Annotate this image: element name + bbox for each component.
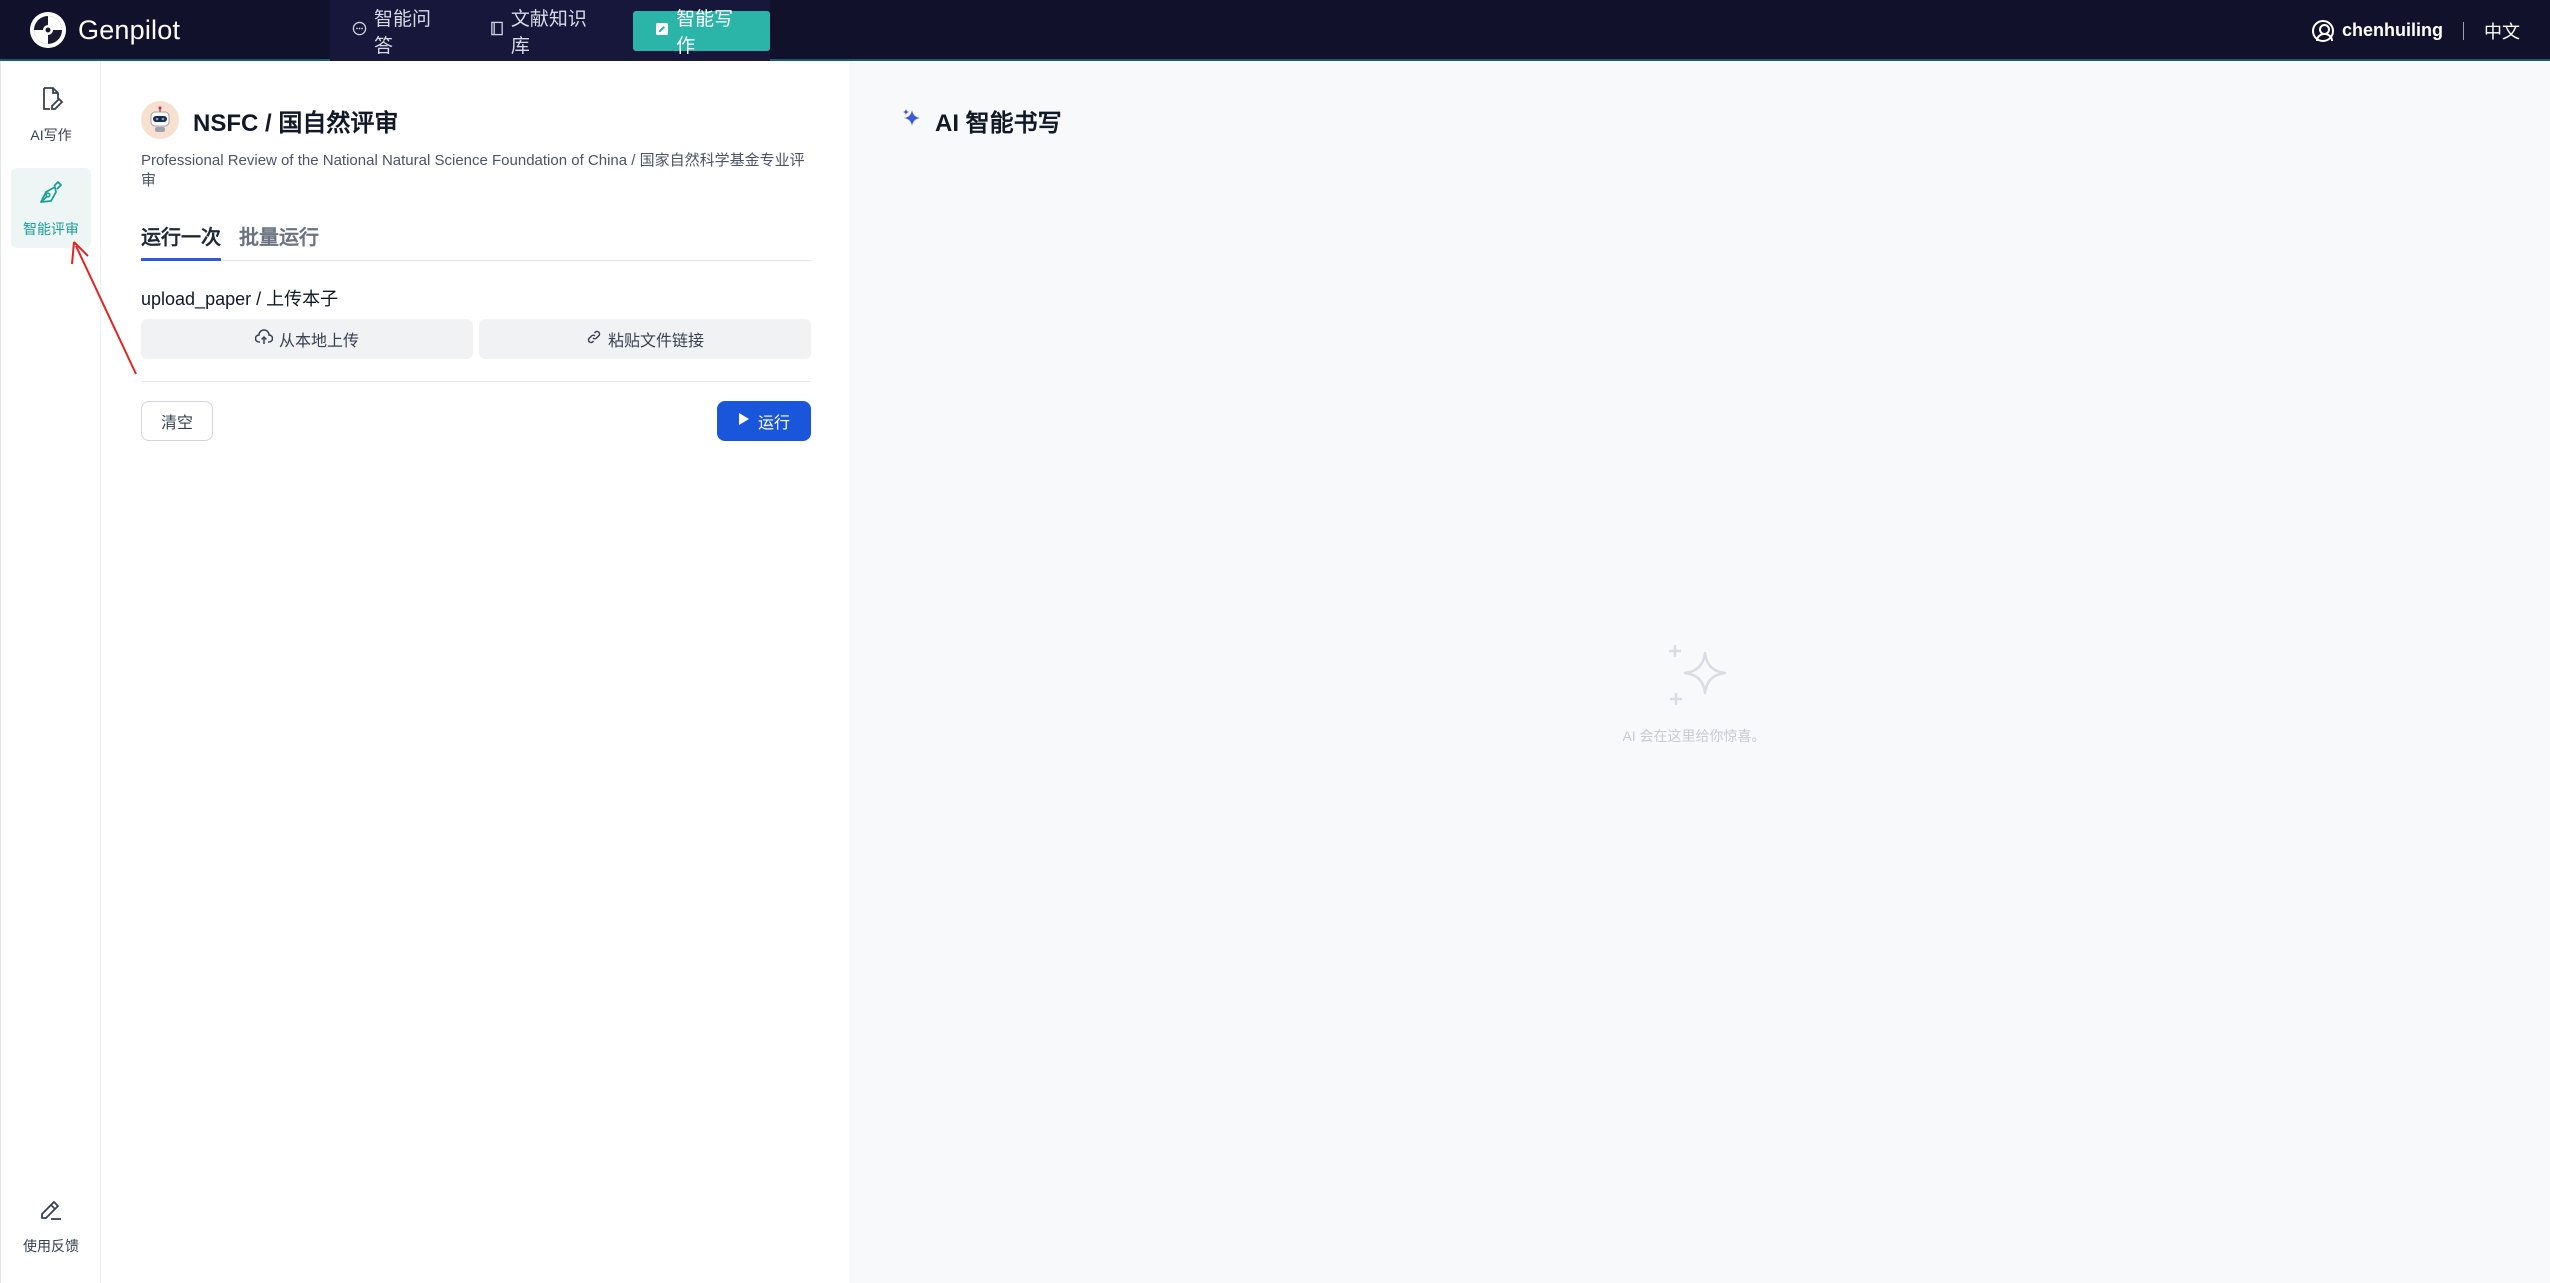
nav-smart-writing-label: 智能写作 bbox=[676, 8, 734, 57]
clear-button[interactable]: 清空 bbox=[141, 401, 213, 441]
brand-logo[interactable]: Genpilot bbox=[30, 12, 180, 48]
feedback-label: 使用反馈 bbox=[23, 1237, 79, 1254]
sparkle-outline-icon bbox=[1663, 643, 1735, 718]
sparkle-icon bbox=[901, 107, 923, 134]
divider bbox=[141, 381, 811, 382]
user-menu[interactable]: chenhuiling bbox=[2312, 19, 2443, 42]
paste-link-label: 粘贴文件链接 bbox=[607, 333, 704, 350]
run-label: 运行 bbox=[757, 415, 790, 432]
user-icon bbox=[2312, 19, 2334, 42]
empty-state: AI 会在这里给你惊喜。 bbox=[849, 643, 2549, 746]
brand-name: Genpilot bbox=[78, 14, 181, 45]
app-form-panel: NSFC / 国自然评审 Professional Review of the … bbox=[102, 61, 849, 1283]
paste-link-button[interactable]: 粘贴文件链接 bbox=[479, 319, 811, 359]
robot-avatar-icon bbox=[141, 101, 179, 139]
upload-field-label: upload_paper / 上传本子 bbox=[141, 289, 339, 309]
upload-local-button[interactable]: 从本地上传 bbox=[141, 319, 473, 359]
nav-smart-writing[interactable]: 智能写作 bbox=[633, 9, 771, 57]
cloud-upload-icon bbox=[254, 328, 274, 350]
rail-item-ai-writing[interactable]: AI写作 bbox=[11, 75, 91, 155]
nav-smart-qa-label: 智能问答 bbox=[374, 8, 432, 57]
output-title: AI 智能书写 bbox=[935, 110, 1062, 137]
run-mode-tabs: 运行一次 批量运行 bbox=[141, 221, 811, 261]
link-icon bbox=[586, 329, 602, 350]
document-edit-icon bbox=[38, 86, 64, 117]
top-right-area: chenhuiling 中文 bbox=[2312, 0, 2520, 61]
rail-item-label: AI写作 bbox=[30, 126, 72, 143]
language-switch[interactable]: 中文 bbox=[2484, 18, 2520, 44]
tab-run-once[interactable]: 运行一次 bbox=[141, 221, 221, 261]
output-header: AI 智能书写 bbox=[901, 103, 1062, 138]
chat-icon bbox=[352, 21, 367, 40]
feedback-edit-icon bbox=[38, 1197, 64, 1228]
feedback-button[interactable]: 使用反馈 bbox=[11, 1186, 91, 1266]
genpilot-logo-icon bbox=[30, 12, 66, 48]
output-area: AI 智能书写 AI 会在这里给你惊喜。 bbox=[849, 61, 2550, 1283]
edit-icon bbox=[655, 22, 669, 40]
tab-batch-run[interactable]: 批量运行 bbox=[239, 221, 319, 261]
run-button[interactable]: 运行 bbox=[717, 401, 811, 441]
app-header: NSFC / 国自然评审 bbox=[141, 101, 398, 139]
divider bbox=[2463, 21, 2464, 40]
nav-smart-qa[interactable]: 智能问答 bbox=[330, 9, 468, 57]
nav-literature-kb[interactable]: 文献知识库 bbox=[468, 9, 623, 57]
pen-tool-icon bbox=[37, 178, 65, 211]
top-bar: Genpilot 智能问答 文献知识库 智能写作 chenhuiling 中文 bbox=[0, 0, 2550, 61]
upload-options: 从本地上传 粘贴文件链接 bbox=[141, 319, 811, 359]
username: chenhuiling bbox=[2342, 20, 2443, 40]
book-icon bbox=[490, 21, 504, 40]
annotation-arrow-icon bbox=[71, 241, 137, 375]
upload-local-label: 从本地上传 bbox=[278, 333, 359, 350]
empty-state-text: AI 会在这里给你惊喜。 bbox=[1622, 728, 1766, 744]
app-description: Professional Review of the National Natu… bbox=[141, 152, 805, 189]
play-icon bbox=[738, 412, 750, 431]
page-title: NSFC / 国自然评审 bbox=[193, 109, 399, 137]
main-nav: 智能问答 文献知识库 智能写作 bbox=[330, 0, 771, 61]
nav-literature-kb-label: 文献知识库 bbox=[510, 8, 587, 57]
